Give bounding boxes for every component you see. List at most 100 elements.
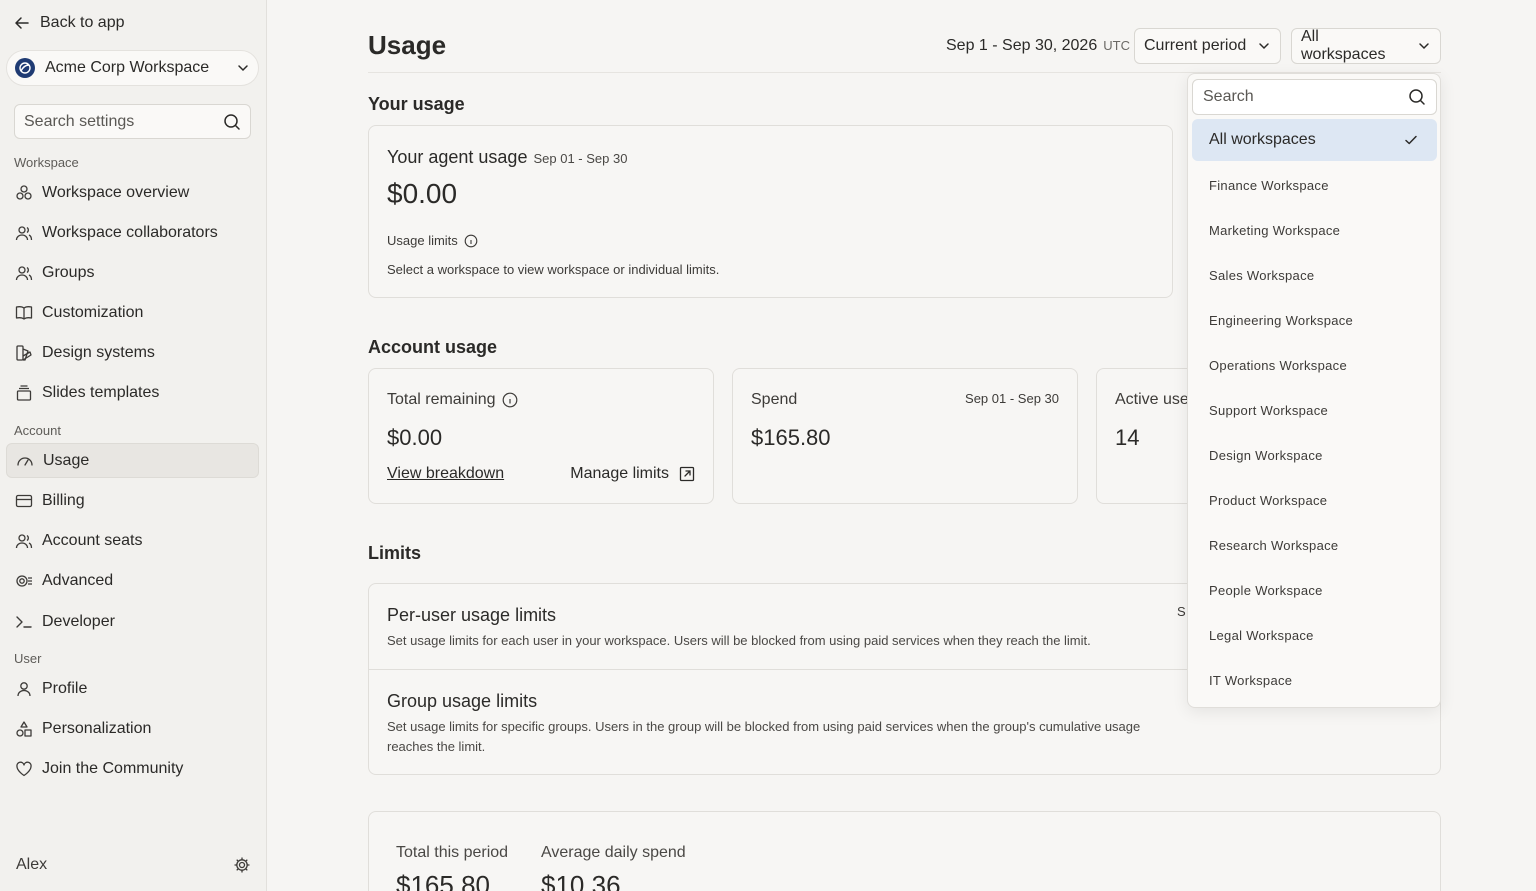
sidebar-item-developer[interactable]: Developer bbox=[6, 604, 259, 639]
design-icon bbox=[14, 343, 34, 363]
view-breakdown-link[interactable]: View breakdown bbox=[387, 465, 504, 483]
sidebar-item-label: Workspace collaborators bbox=[42, 223, 218, 241]
sidebar-item-label: Usage bbox=[43, 451, 90, 469]
workspace-name: Acme Corp Workspace bbox=[45, 59, 210, 76]
sidebar-item-label: Advanced bbox=[42, 571, 114, 589]
gear-icon[interactable] bbox=[233, 856, 251, 874]
workspace-switcher[interactable]: Acme Corp Workspace bbox=[6, 50, 259, 86]
total-remaining-label: Total remaining bbox=[387, 391, 518, 409]
sidebar-item-label: Customization bbox=[42, 303, 144, 321]
timezone-label: UTC bbox=[1103, 38, 1130, 53]
total-this-period-label: Total this period bbox=[396, 844, 509, 861]
terminal-icon bbox=[14, 612, 34, 632]
chevron-down-icon bbox=[236, 61, 250, 75]
per-user-limits-action[interactable]: S bbox=[1177, 604, 1186, 619]
total-remaining-text: Total remaining bbox=[387, 391, 496, 408]
workspace-search-input[interactable] bbox=[1203, 88, 1403, 106]
sidebar-item-label: Design systems bbox=[42, 343, 155, 361]
sidebar-item-slides-templates[interactable]: Slides templates bbox=[6, 375, 259, 410]
section-label-workspace: Workspace bbox=[14, 155, 79, 170]
spend-range: Sep 01 - Sep 30 bbox=[965, 391, 1059, 406]
your-usage-heading: Your usage bbox=[368, 94, 465, 114]
card-icon bbox=[14, 491, 34, 511]
sidebar-item-customization[interactable]: Customization bbox=[6, 295, 259, 330]
per-user-limits-title: Per-user usage limits bbox=[387, 605, 557, 625]
workspace-option-product[interactable]: Product Workspace bbox=[1192, 479, 1437, 521]
workspace-option-operations[interactable]: Operations Workspace bbox=[1192, 344, 1437, 386]
sidebar-item-groups[interactable]: Groups bbox=[6, 255, 259, 290]
overview-icon bbox=[14, 183, 34, 203]
external-link-icon bbox=[679, 466, 695, 482]
sidebar-item-profile[interactable]: Profile bbox=[6, 671, 259, 706]
sidebar-item-join-community[interactable]: Join the Community bbox=[6, 751, 259, 786]
workspace-option-people[interactable]: People Workspace bbox=[1192, 569, 1437, 611]
total-this-period-value: $165.80 bbox=[396, 870, 490, 891]
chevron-down-icon bbox=[1417, 39, 1431, 53]
sidebar-item-workspace-collaborators[interactable]: Workspace collaborators bbox=[6, 215, 259, 250]
workspace-option-label: Sales Workspace bbox=[1209, 267, 1315, 283]
sidebar-item-account-seats[interactable]: Account seats bbox=[6, 523, 259, 558]
workspace-option-label: IT Workspace bbox=[1209, 672, 1293, 688]
search-icon bbox=[223, 113, 241, 131]
group-limits-description: Set usage limits for specific groups. Us… bbox=[387, 719, 1141, 754]
limits-heading: Limits bbox=[368, 543, 422, 563]
account-usage-heading: Account usage bbox=[368, 337, 498, 357]
workspace-logo-icon bbox=[15, 58, 35, 78]
sidebar-item-label: Slides templates bbox=[42, 383, 160, 401]
workspace-option-all[interactable]: All workspaces bbox=[1192, 119, 1437, 161]
sidebar-item-workspace-overview[interactable]: Workspace overview bbox=[6, 175, 259, 210]
spend-stats-card: Total this period $165.80 Average daily … bbox=[368, 811, 1441, 891]
sidebar-item-usage[interactable]: Usage bbox=[6, 443, 259, 478]
back-to-app-link[interactable]: Back to app bbox=[14, 12, 125, 34]
people-icon bbox=[14, 531, 34, 551]
arrow-left-icon bbox=[14, 15, 30, 31]
search-icon bbox=[1408, 88, 1426, 106]
user-name: Alex bbox=[16, 856, 48, 873]
workspace-search-field[interactable] bbox=[1192, 79, 1437, 115]
workspace-filter-value: All workspaces bbox=[1301, 28, 1386, 63]
workspace-option-engineering[interactable]: Engineering Workspace bbox=[1192, 299, 1437, 341]
sidebar-item-personalization[interactable]: Personalization bbox=[6, 711, 259, 746]
gear-list-icon bbox=[14, 571, 34, 591]
info-icon[interactable] bbox=[502, 392, 518, 408]
workspace-dropdown-menu: All workspaces Finance Workspace Marketi… bbox=[1187, 73, 1441, 708]
workspace-option-label: Product Workspace bbox=[1209, 492, 1328, 508]
sidebar-item-advanced[interactable]: Advanced bbox=[6, 563, 259, 598]
spend-label: Spend bbox=[751, 391, 798, 408]
usage-limits-label: Usage limits bbox=[387, 233, 478, 248]
page-title: Usage bbox=[368, 30, 447, 60]
workspace-option-label: Design Workspace bbox=[1209, 447, 1323, 463]
agent-usage-title-text: Your agent usage bbox=[387, 147, 528, 167]
shapes-icon bbox=[14, 719, 34, 739]
workspace-option-support[interactable]: Support Workspace bbox=[1192, 389, 1437, 431]
workspace-option-finance[interactable]: Finance Workspace bbox=[1192, 164, 1437, 206]
sidebar-item-billing[interactable]: Billing bbox=[6, 483, 259, 518]
info-icon[interactable] bbox=[464, 234, 478, 248]
workspace-option-label: People Workspace bbox=[1209, 582, 1323, 598]
workspace-option-label: Legal Workspace bbox=[1209, 627, 1314, 643]
chevron-down-icon bbox=[1257, 39, 1271, 53]
period-select-value: Current period bbox=[1144, 37, 1247, 54]
settings-search-placeholder: Search settings bbox=[24, 112, 135, 130]
sidebar-item-design-systems[interactable]: Design systems bbox=[6, 335, 259, 370]
active-users-card: Active use 14 bbox=[1096, 368, 1196, 504]
workspace-option-it[interactable]: IT Workspace bbox=[1192, 659, 1437, 701]
manage-limits-link[interactable]: Manage limits bbox=[570, 465, 695, 483]
workspace-option-label: All workspaces bbox=[1209, 131, 1316, 148]
workspace-option-sales[interactable]: Sales Workspace bbox=[1192, 254, 1437, 296]
workspace-option-marketing[interactable]: Marketing Workspace bbox=[1192, 209, 1437, 251]
sidebar-item-label: Join the Community bbox=[42, 759, 184, 777]
workspace-option-design[interactable]: Design Workspace bbox=[1192, 434, 1437, 476]
settings-search-input[interactable]: Search settings bbox=[14, 104, 251, 139]
workspace-option-research[interactable]: Research Workspace bbox=[1192, 524, 1437, 566]
workspace-option-label: Support Workspace bbox=[1209, 402, 1329, 418]
settings-sidebar: Back to app Acme Corp Workspace Search s… bbox=[0, 0, 267, 891]
total-remaining-value: $0.00 bbox=[387, 425, 443, 450]
workspace-option-legal[interactable]: Legal Workspace bbox=[1192, 614, 1437, 656]
total-remaining-card: Total remaining $0.00 View breakdown Man… bbox=[368, 368, 714, 504]
workspace-filter-select[interactable]: All workspaces bbox=[1291, 28, 1441, 64]
heart-icon bbox=[14, 759, 34, 779]
active-users-label: Active use bbox=[1115, 391, 1189, 408]
workspace-option-label: Research Workspace bbox=[1209, 537, 1339, 553]
period-select[interactable]: Current period bbox=[1134, 28, 1281, 64]
